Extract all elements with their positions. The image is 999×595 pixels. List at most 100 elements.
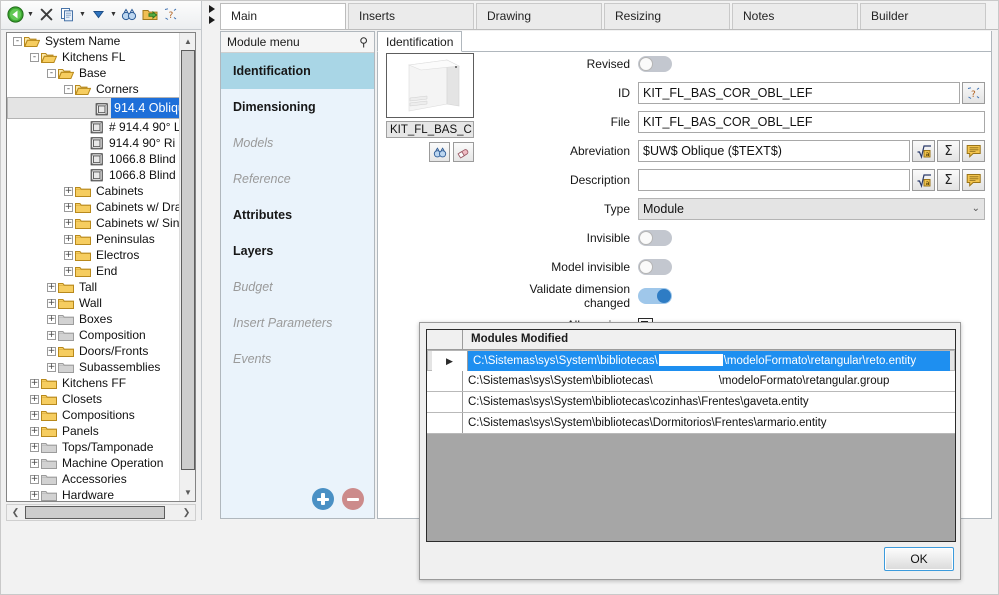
- insert-dropdown-icon[interactable]: ▼: [109, 5, 118, 25]
- tree-node-boxes[interactable]: + Boxes: [7, 311, 180, 327]
- collapse-icon[interactable]: -: [47, 68, 56, 78]
- tree-node-machine-operation[interactable]: + Machine Operation: [7, 455, 180, 471]
- tree-node-cabinets-w-draw[interactable]: + Cabinets w/ Draw: [7, 199, 180, 215]
- table-row[interactable]: ▶ C:\Sistemas\sys\System\bibliotecas\ \mod…: [427, 350, 955, 371]
- tree-view[interactable]: - System Name - Kitchens FL - Base - Corners 914…: [6, 32, 196, 502]
- tab-identification[interactable]: Identification: [377, 31, 463, 52]
- tree-node-914-4-oblique[interactable]: 914.4 Oblique: [7, 97, 180, 119]
- copy-dropdown-icon[interactable]: ▼: [78, 5, 87, 25]
- expand-icon[interactable]: +: [30, 394, 39, 404]
- id-input[interactable]: KIT_FL_BAS_COR_OBL_LEF: [638, 82, 960, 104]
- scroll-right-icon[interactable]: ❯: [178, 505, 195, 520]
- add-module-button[interactable]: [312, 488, 334, 510]
- tree-node-914-4-90-ri[interactable]: 914.4 90° Ri: [7, 135, 180, 151]
- collapse-icon[interactable]: -: [30, 52, 39, 62]
- insert-down-icon[interactable]: [88, 5, 108, 25]
- abreviation-formula-button[interactable]: a: [912, 140, 935, 162]
- module-menu-item-layers[interactable]: Layers: [221, 233, 374, 269]
- expand-icon[interactable]: +: [64, 202, 73, 212]
- horizontal-scroll-thumb[interactable]: [25, 506, 165, 519]
- expand-icon[interactable]: +: [64, 186, 73, 196]
- tab-scroll-gutter[interactable]: [202, 0, 220, 30]
- ok-button[interactable]: OK: [884, 547, 954, 571]
- revised-toggle[interactable]: [638, 56, 672, 72]
- tree-node-peninsulas[interactable]: + Peninsulas: [7, 231, 180, 247]
- description-sum-button[interactable]: Σ: [937, 169, 960, 191]
- type-select[interactable]: Module ⌄: [638, 198, 985, 220]
- file-input[interactable]: KIT_FL_BAS_COR_OBL_LEF: [638, 111, 985, 133]
- module-menu-item-identification[interactable]: Identification: [221, 53, 374, 89]
- tree-node-kitchens-fl[interactable]: - Kitchens FL: [7, 49, 180, 65]
- expand-icon[interactable]: +: [30, 474, 39, 484]
- description-translate-button[interactable]: [962, 169, 985, 191]
- tree-node-electros[interactable]: + Electros: [7, 247, 180, 263]
- copy-icon[interactable]: [57, 5, 77, 25]
- validate-dimension-toggle[interactable]: [638, 288, 672, 304]
- expand-icon[interactable]: +: [47, 362, 56, 372]
- expand-icon[interactable]: +: [47, 282, 56, 292]
- tree-node-subassemblies[interactable]: + Subassemblies: [7, 359, 180, 375]
- tree-horizontal-scrollbar[interactable]: ❮ ❯: [6, 504, 196, 521]
- export-folder-icon[interactable]: [140, 5, 160, 25]
- tab-resizing[interactable]: Resizing: [604, 3, 730, 29]
- tab-drawing[interactable]: Drawing: [476, 3, 602, 29]
- tree-node-914-4-90-l[interactable]: # 914.4 90° L: [7, 119, 180, 135]
- expand-icon[interactable]: +: [64, 266, 73, 276]
- expand-icon[interactable]: +: [30, 426, 39, 436]
- tree-node-compositions[interactable]: + Compositions: [7, 407, 180, 423]
- table-row[interactable]: C:\Sistemas\sys\System\bibliotecas\Dormi…: [427, 413, 955, 434]
- tree-node-end[interactable]: + End: [7, 263, 180, 279]
- pin-icon[interactable]: ⚲: [359, 35, 368, 49]
- tree-node-1066-8-blind[interactable]: 1066.8 Blind: [7, 167, 180, 183]
- expand-icon[interactable]: +: [47, 298, 56, 308]
- tree-node-panels[interactable]: + Panels: [7, 423, 180, 439]
- tree-node-closets[interactable]: + Closets: [7, 391, 180, 407]
- expand-icon[interactable]: +: [64, 234, 73, 244]
- expand-icon[interactable]: +: [30, 442, 39, 452]
- expand-icon[interactable]: +: [30, 410, 39, 420]
- scroll-down-icon[interactable]: ▼: [180, 484, 195, 501]
- browse-model-button[interactable]: [429, 142, 450, 162]
- module-menu-item-attributes[interactable]: Attributes: [221, 197, 374, 233]
- tree-node-composition[interactable]: + Composition: [7, 327, 180, 343]
- help-icon[interactable]: ?: [161, 5, 181, 25]
- find-icon[interactable]: [119, 5, 139, 25]
- module-menu-item-dimensioning[interactable]: Dimensioning: [221, 89, 374, 125]
- invisible-toggle[interactable]: [638, 230, 672, 246]
- tree-node-corners[interactable]: - Corners: [7, 81, 180, 97]
- abreviation-translate-button[interactable]: [962, 140, 985, 162]
- tree-vertical-scrollbar[interactable]: ▲ ▼: [179, 33, 195, 501]
- expand-icon[interactable]: +: [30, 490, 39, 500]
- expand-icon[interactable]: +: [64, 218, 73, 228]
- clear-model-button[interactable]: [453, 142, 474, 162]
- abreviation-input[interactable]: $UW$ Oblique ($TEXT$): [638, 140, 910, 162]
- expand-icon[interactable]: +: [30, 378, 39, 388]
- expand-icon[interactable]: +: [64, 250, 73, 260]
- tab-notes[interactable]: Notes: [732, 3, 858, 29]
- tree-node-accessories[interactable]: + Accessories: [7, 471, 180, 487]
- vertical-scroll-thumb[interactable]: [181, 50, 195, 470]
- id-generate-button[interactable]: ?: [962, 82, 985, 104]
- tree-node-kitchens-ff[interactable]: + Kitchens FF: [7, 375, 180, 391]
- remove-module-button[interactable]: [342, 488, 364, 510]
- abreviation-sum-button[interactable]: Σ: [937, 140, 960, 162]
- tab-main[interactable]: Main: [220, 3, 346, 29]
- expand-icon[interactable]: +: [30, 458, 39, 468]
- tree-node-hardware[interactable]: + Hardware: [7, 487, 180, 501]
- tree-node-base[interactable]: - Base: [7, 65, 180, 81]
- tab-inserts[interactable]: Inserts: [348, 3, 474, 29]
- tree-node-1066-8-blind[interactable]: 1066.8 Blind: [7, 151, 180, 167]
- tab-builder[interactable]: Builder: [860, 3, 986, 29]
- table-row[interactable]: C:\Sistemas\sys\System\bibliotecas\ \mode…: [427, 371, 955, 392]
- back-icon[interactable]: [5, 5, 25, 25]
- expand-icon[interactable]: +: [47, 330, 56, 340]
- back-dropdown-icon[interactable]: ▼: [26, 5, 35, 25]
- tree-node-cabinets[interactable]: + Cabinets: [7, 183, 180, 199]
- tree-node-cabinets-w-sink[interactable]: + Cabinets w/ Sink: [7, 215, 180, 231]
- collapse-icon[interactable]: -: [13, 36, 22, 46]
- collapse-icon[interactable]: -: [64, 84, 73, 94]
- tree-node-system-name[interactable]: - System Name: [7, 33, 180, 49]
- expand-icon[interactable]: +: [47, 314, 56, 324]
- tree-node-wall[interactable]: + Wall: [7, 295, 180, 311]
- delete-icon[interactable]: [36, 5, 56, 25]
